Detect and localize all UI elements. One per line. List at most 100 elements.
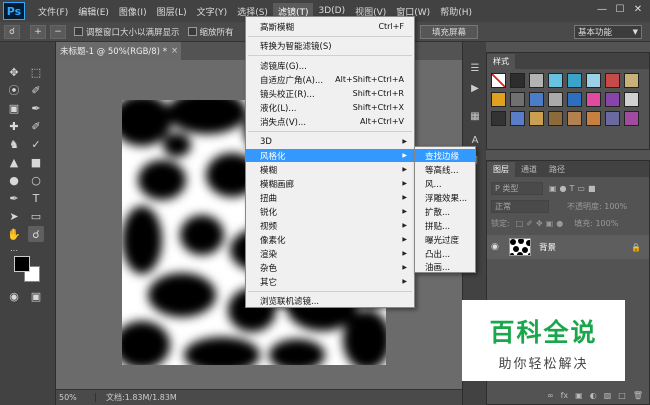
screen-mode-icon[interactable]: ▣ — [28, 288, 44, 304]
style-swatch[interactable] — [548, 73, 563, 88]
style-swatch[interactable] — [567, 73, 582, 88]
layer-kind-select[interactable]: P 类型 — [491, 181, 543, 195]
zoom-in-icon[interactable]: + — [30, 24, 46, 39]
menu-item-noise[interactable]: 杂色 ▶ — [246, 261, 414, 274]
menu-item-render[interactable]: 渲染 ▶ — [246, 247, 414, 260]
menu-item-blur[interactable]: 模糊 ▶ — [246, 163, 414, 176]
menu-item-other[interactable]: 其它 ▶ — [246, 275, 414, 288]
submenu-item-wind[interactable]: 风... — [415, 177, 475, 190]
opacity-field[interactable]: 不透明度: 100% — [567, 201, 627, 212]
style-swatch[interactable] — [624, 92, 639, 107]
blend-mode-select[interactable]: 正常 — [491, 199, 549, 213]
style-swatch[interactable] — [491, 92, 506, 107]
menu-item-video[interactable]: 视频 ▶ — [246, 219, 414, 232]
menu-image[interactable]: 图像(I) — [114, 3, 152, 20]
menu-item-filter-gallery[interactable]: 滤镜库(G)... — [246, 59, 414, 72]
style-swatch[interactable] — [510, 73, 525, 88]
brush-tool-icon[interactable]: ✐ — [28, 118, 44, 134]
style-swatch[interactable] — [586, 73, 601, 88]
submenu-item-oil-paint[interactable]: 油画... — [415, 260, 475, 273]
maximize-button[interactable]: ☐ — [612, 2, 628, 16]
workspace-select[interactable]: 基本功能 ▼ — [574, 25, 642, 39]
blur-tool-icon[interactable]: ● — [6, 172, 22, 188]
quick-mask-icon[interactable]: ◉ — [6, 288, 22, 304]
link-layers-icon[interactable]: ∞ — [547, 391, 554, 400]
lasso-tool-icon[interactable]: ⦿ — [6, 82, 22, 98]
shape-tool-icon[interactable]: ▭ — [28, 208, 44, 224]
submenu-item-extrude[interactable]: 凸出... — [415, 247, 475, 260]
zoom-out-icon[interactable]: − — [50, 24, 66, 39]
style-swatch[interactable] — [567, 111, 582, 126]
menu-item-adaptive-wide-angle[interactable]: 自适应广角(A)... Alt+Shift+Ctrl+A — [246, 73, 414, 86]
menu-item-distort[interactable]: 扭曲 ▶ — [246, 191, 414, 204]
pen-tool-icon[interactable]: ✒ — [6, 190, 22, 206]
gradient-tool-icon[interactable]: ■ — [28, 154, 44, 170]
menu-type[interactable]: 文字(Y) — [192, 3, 233, 20]
clone-stamp-tool-icon[interactable]: ♞ — [6, 136, 22, 152]
tab-paths[interactable]: 路径 — [543, 162, 571, 177]
type-tool-icon[interactable]: T — [28, 190, 44, 206]
visibility-eye-icon[interactable]: ◉ — [491, 242, 507, 252]
dodge-tool-icon[interactable]: ○ — [28, 172, 44, 188]
submenu-item-find-edges[interactable]: 查找边缘 — [415, 149, 475, 162]
add-mask-icon[interactable]: ▣ — [575, 391, 583, 400]
style-swatch[interactable] — [510, 111, 525, 126]
tab-styles[interactable]: 样式 — [487, 54, 515, 69]
style-swatch[interactable] — [605, 73, 620, 88]
fill-screen-button[interactable]: 填充屏幕 — [420, 25, 478, 39]
submenu-item-trace-contour[interactable]: 等高线... — [415, 163, 475, 176]
lock-icons[interactable]: □✐✥▣● — [516, 219, 567, 228]
checkbox-box[interactable] — [74, 27, 83, 36]
menu-item-browse-online[interactable]: 浏览联机滤镜... — [246, 294, 414, 307]
style-swatch[interactable] — [586, 111, 601, 126]
eraser-tool-icon[interactable]: ▲ — [6, 154, 22, 170]
healing-brush-tool-icon[interactable]: ✚ — [6, 118, 22, 134]
style-swatch[interactable] — [548, 92, 563, 107]
menu-item-vanishing-point[interactable]: 消失点(V)... Alt+Ctrl+V — [246, 115, 414, 128]
fx-icon[interactable]: fx — [561, 391, 569, 400]
layer-row-background[interactable]: ◉ 背景 🔒 — [487, 235, 649, 259]
resize-windows-checkbox[interactable]: 调整窗口大小以满屏显示 — [74, 26, 180, 38]
fill-field[interactable]: 填充: 100% — [574, 218, 618, 229]
menu-item-sharpen[interactable]: 锐化 ▶ — [246, 205, 414, 218]
style-swatch[interactable] — [605, 92, 620, 107]
layer-filter-icons[interactable]: ▣●T▭■ — [549, 184, 599, 193]
style-swatch[interactable] — [491, 73, 506, 88]
checkbox-box[interactable] — [187, 27, 197, 36]
play-actions-icon[interactable]: ▶ — [467, 80, 483, 96]
history-brush-tool-icon[interactable]: ✓ — [28, 136, 44, 152]
menu-item-last-filter[interactable]: 高斯模糊 Ctrl+F — [246, 20, 414, 33]
hand-tool-icon[interactable]: ✋ — [6, 226, 22, 242]
quick-select-tool-icon[interactable]: ✐ — [28, 82, 44, 98]
new-group-icon[interactable]: ▧ — [604, 391, 612, 400]
marquee-tool-icon[interactable]: ⬚ — [28, 64, 44, 80]
menu-layer[interactable]: 图层(L) — [152, 3, 192, 20]
menu-item-blur-gallery[interactable]: 模糊画廊 ▶ — [246, 177, 414, 190]
style-swatch[interactable] — [586, 92, 601, 107]
close-button[interactable]: ✕ — [630, 2, 646, 16]
style-swatch[interactable] — [510, 92, 525, 107]
submenu-item-emboss[interactable]: 浮雕效果... — [415, 191, 475, 204]
style-swatch[interactable] — [605, 111, 620, 126]
tab-layers[interactable]: 图层 — [487, 162, 515, 177]
zoom-all-checkbox[interactable]: 缩放所有 — [187, 26, 234, 38]
style-swatch[interactable] — [529, 73, 544, 88]
delete-layer-icon[interactable]: 🗑 — [633, 391, 643, 400]
zoom-level-field[interactable]: 50% — [56, 393, 96, 402]
document-tab[interactable]: 未标题-1 @ 50%(RGB/8) * × — [56, 42, 181, 60]
menu-item-3d[interactable]: 3D ▶ — [246, 135, 414, 148]
menu-item-stylize[interactable]: 风格化 ▶ — [246, 149, 414, 162]
menu-help[interactable]: 帮助(H) — [435, 3, 477, 20]
minimize-button[interactable]: — — [594, 2, 610, 16]
close-icon[interactable]: × — [171, 46, 178, 56]
submenu-item-tiles[interactable]: 拼贴... — [415, 219, 475, 232]
menu-item-liquify[interactable]: 液化(L)... Shift+Ctrl+X — [246, 101, 414, 114]
history-panel-icon[interactable]: ☰ — [467, 60, 483, 76]
menu-item-pixelate[interactable]: 像素化 ▶ — [246, 233, 414, 246]
style-swatch[interactable] — [529, 111, 544, 126]
adjustment-layer-icon[interactable]: ◐ — [590, 391, 597, 400]
crop-tool-icon[interactable]: ▣ — [6, 100, 22, 116]
menu-edit[interactable]: 编辑(E) — [73, 3, 114, 20]
move-tool-icon[interactable]: ✥ — [6, 64, 22, 80]
style-swatch[interactable] — [624, 111, 639, 126]
